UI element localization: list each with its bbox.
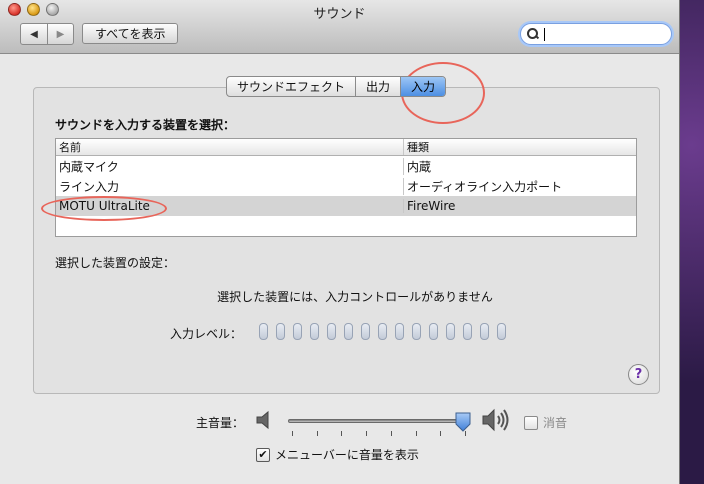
level-segment (395, 323, 404, 340)
tab-bar: サウンドエフェクト 出力 入力 (226, 76, 447, 97)
slider-tick (341, 431, 342, 436)
table-row-builtin-mic[interactable]: 内蔵マイク 内蔵 (56, 156, 636, 176)
column-header-name[interactable]: 名前 (56, 139, 403, 155)
device-table: 名前 種類 内蔵マイク 内蔵 ライン入力 オーディオライン入力ポート MOTU … (55, 138, 637, 237)
menubar-volume-label: メニューバーに音量を表示 (275, 448, 419, 462)
slider-tick (391, 431, 392, 436)
tab-sound-effects[interactable]: サウンドエフェクト (227, 77, 355, 96)
device-name: ライン入力 (59, 179, 120, 194)
nav-buttons: ◀ ▶ (20, 23, 74, 45)
volume-slider-thumb[interactable] (455, 412, 471, 432)
level-segment (446, 323, 455, 340)
level-segment (497, 323, 506, 340)
level-segment (310, 323, 319, 340)
forward-arrow-icon: ▶ (56, 28, 65, 40)
device-name: 内蔵マイク (59, 159, 119, 174)
mute-checkbox[interactable] (524, 415, 538, 430)
level-segment (463, 323, 472, 340)
level-segment (327, 323, 336, 340)
input-level-label: 入力レベル： (170, 327, 243, 341)
back-button[interactable]: ◀ (21, 24, 47, 44)
level-segment (412, 323, 421, 340)
input-level-meter (259, 323, 506, 340)
slider-tick (292, 431, 293, 436)
level-segment (378, 323, 387, 340)
slider-tick (317, 431, 318, 436)
column-header-type[interactable]: 種類 (403, 139, 636, 155)
device-type: FireWire (403, 199, 636, 213)
level-segment (344, 323, 353, 340)
device-type: 内蔵 (403, 157, 636, 175)
tab-output[interactable]: 出力 (355, 77, 400, 96)
desktop-wallpaper (680, 0, 704, 484)
titlebar: サウンド ◀ ▶ すべてを表示 (0, 0, 679, 54)
show-all-button[interactable]: すべてを表示 (82, 23, 179, 44)
level-segment (259, 323, 268, 340)
question-mark-icon: ? (634, 367, 643, 382)
sound-preferences-window: サウンド ◀ ▶ すべてを表示 サウンドエフェクト 出力 入力 サウンドを入力す… (0, 0, 680, 484)
slider-tick (366, 431, 367, 436)
level-segment (276, 323, 285, 340)
input-panel (33, 87, 660, 394)
mute-option[interactable]: 消音 (524, 414, 567, 431)
search-icon (527, 28, 539, 40)
device-name: MOTU UltraLite (59, 199, 150, 213)
volume-slider-ticks (292, 431, 466, 437)
table-row-motu-ultralite[interactable]: MOTU UltraLite FireWire (56, 196, 636, 216)
search-field[interactable] (520, 23, 672, 45)
no-controls-message: 選択した装置には、入力コントロールがありません (217, 290, 493, 304)
window-title: サウンド (313, 7, 366, 22)
slider-tick (440, 431, 441, 436)
back-arrow-icon: ◀ (30, 28, 38, 40)
level-segment (361, 323, 370, 340)
level-segment (429, 323, 438, 340)
help-button[interactable]: ? (628, 364, 649, 385)
device-select-label: サウンドを入力する装置を選択： (55, 118, 236, 132)
device-type: オーディオライン入力ポート (403, 177, 636, 195)
device-settings-label: 選択した装置の設定： (55, 256, 176, 270)
show-volume-in-menubar-option[interactable]: ✔ メニューバーに音量を表示 (256, 446, 419, 463)
menubar-volume-checkbox[interactable]: ✔ (256, 447, 270, 462)
tab-input[interactable]: 入力 (400, 77, 446, 96)
table-row-line-in[interactable]: ライン入力 オーディオライン入力ポート (56, 176, 636, 196)
slider-tick (416, 431, 417, 436)
table-header: 名前 種類 (56, 139, 636, 156)
forward-button[interactable]: ▶ (47, 24, 73, 44)
mute-label: 消音 (543, 416, 568, 430)
output-volume-label: 主音量： (196, 416, 245, 430)
speaker-high-icon[interactable] (482, 407, 512, 433)
volume-slider-track[interactable] (288, 419, 468, 423)
speaker-low-icon[interactable] (256, 410, 272, 430)
text-caret (544, 27, 545, 41)
level-segment (293, 323, 302, 340)
level-segment (480, 323, 489, 340)
